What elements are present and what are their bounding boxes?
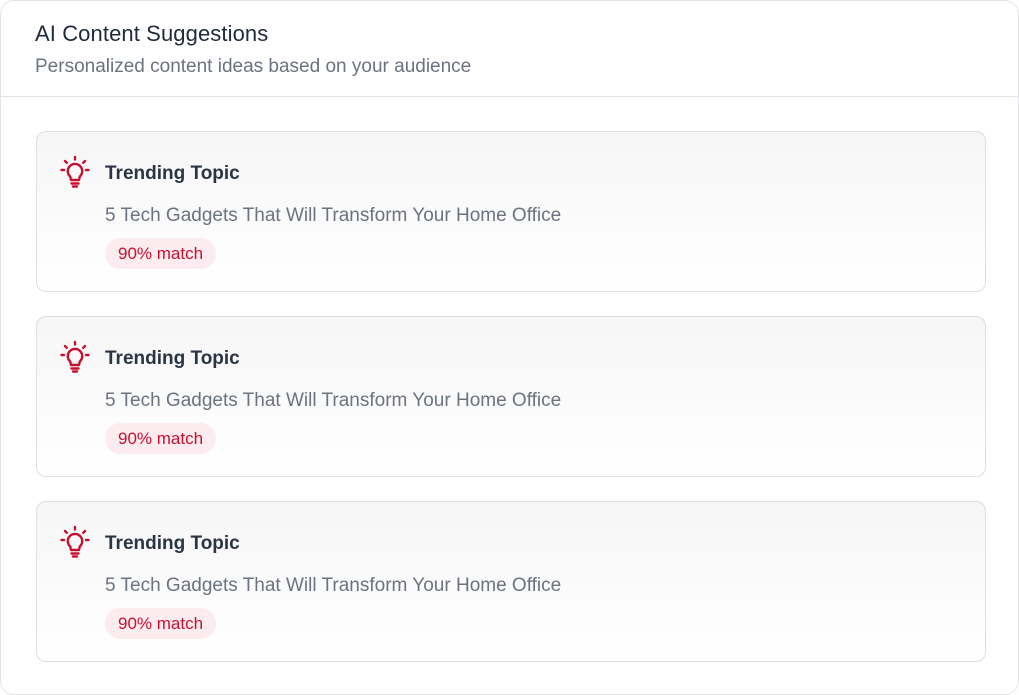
panel-header: AI Content Suggestions Personalized cont… bbox=[1, 1, 1018, 97]
lightbulb-icon bbox=[60, 340, 90, 373]
match-badge: 90% match bbox=[105, 608, 217, 639]
match-badge: 90% match bbox=[105, 238, 217, 269]
suggestion-text: 5 Tech Gadgets That Will Transform Your … bbox=[105, 390, 562, 411]
suggestion-card[interactable]: Trending Topic 5 Tech Gadgets That Will … bbox=[36, 501, 986, 662]
suggestion-list: Trending Topic 5 Tech Gadgets That Will … bbox=[36, 131, 986, 686]
panel-title: AI Content Suggestions bbox=[35, 21, 269, 46]
panel-subtitle: Personalized content ideas based on your… bbox=[35, 56, 472, 77]
ai-content-suggestions-panel: AI Content Suggestions Personalized cont… bbox=[0, 0, 1019, 695]
suggestion-label: Trending Topic bbox=[105, 533, 240, 554]
suggestion-card[interactable]: Trending Topic 5 Tech Gadgets That Will … bbox=[36, 316, 986, 477]
suggestion-text: 5 Tech Gadgets That Will Transform Your … bbox=[105, 575, 562, 596]
lightbulb-icon bbox=[60, 155, 90, 188]
suggestion-label: Trending Topic bbox=[105, 348, 240, 369]
match-badge: 90% match bbox=[105, 423, 217, 454]
lightbulb-icon bbox=[60, 525, 90, 558]
suggestion-card[interactable]: Trending Topic 5 Tech Gadgets That Will … bbox=[36, 131, 986, 292]
suggestion-text: 5 Tech Gadgets That Will Transform Your … bbox=[105, 205, 562, 226]
suggestion-label: Trending Topic bbox=[105, 163, 240, 184]
